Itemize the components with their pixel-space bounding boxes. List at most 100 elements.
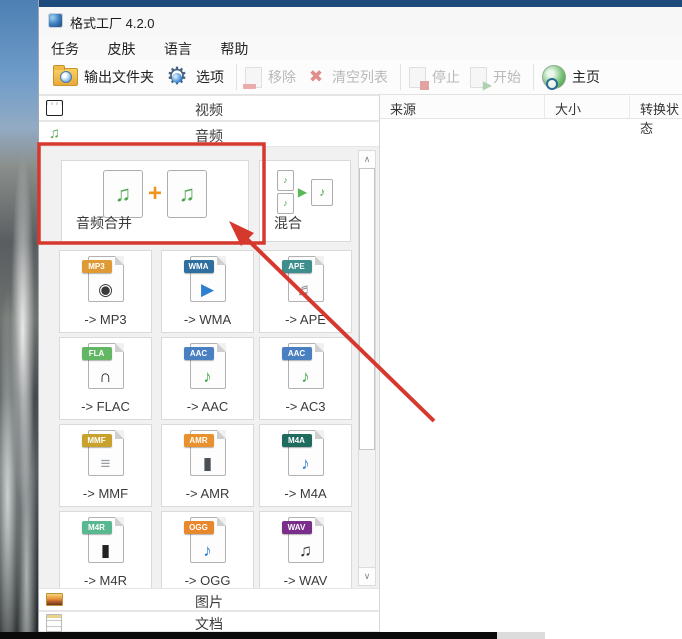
options-label: 选项 bbox=[196, 69, 224, 85]
file-icon: WMA ▶ bbox=[183, 256, 226, 302]
format-factory-window: 格式工厂 4.2.0 任务 皮肤 语言 帮助 输出文件夹 ⚙ 选项 移除 ✖ 清… bbox=[38, 0, 682, 632]
format-badge: AAC bbox=[281, 347, 312, 360]
convert-to-ac3-button[interactable]: AAC ♪ -> AC3 bbox=[259, 337, 352, 420]
converter-label: -> MMF bbox=[82, 486, 129, 501]
file-icon: MMF ≡ bbox=[81, 430, 124, 476]
stop-label: 停止 bbox=[432, 69, 460, 85]
window-title: 格式工厂 4.2.0 bbox=[70, 16, 155, 31]
audio-file-icon: ♪ bbox=[276, 170, 294, 191]
format-badge: MMF bbox=[81, 434, 112, 447]
convert-to-flac-button[interactable]: FLA ∩ -> FLAC bbox=[59, 337, 152, 420]
audio-mix-icon: ♪ ♪ ▶ ♪ bbox=[260, 170, 350, 214]
format-glyph-icon: ♪ bbox=[301, 367, 310, 386]
format-badge: APE bbox=[281, 260, 312, 273]
convert-to-m4r-button[interactable]: M4R ▮ -> M4R bbox=[59, 511, 152, 588]
toolbar-separator bbox=[400, 64, 401, 90]
convert-to-ogg-button[interactable]: OGG ♪ -> OGG bbox=[161, 511, 254, 588]
converter-label: -> FLAC bbox=[81, 399, 130, 414]
format-badge: WMA bbox=[183, 260, 214, 273]
format-glyph-icon: ▶ bbox=[200, 280, 215, 299]
remove-label: 移除 bbox=[268, 69, 296, 85]
toolbar-separator bbox=[236, 64, 237, 90]
menu-skin[interactable]: 皮肤 bbox=[95, 35, 147, 63]
format-glyph-icon: ▮ bbox=[202, 454, 213, 473]
remove-button[interactable]: 移除 bbox=[243, 66, 296, 89]
converter-label: -> M4A bbox=[284, 486, 327, 501]
format-glyph-icon: ♪ bbox=[203, 367, 212, 386]
format-glyph-icon: ◉ bbox=[98, 280, 113, 299]
convert-to-m4a-button[interactable]: M4A ♪ -> M4A bbox=[259, 424, 352, 507]
scrollbar-thumb[interactable] bbox=[359, 168, 375, 450]
output-folder-button[interactable]: 输出文件夹 bbox=[53, 65, 154, 87]
file-icon: AMR ▮ bbox=[183, 430, 226, 476]
column-source[interactable]: 来源 bbox=[380, 95, 545, 118]
home-button[interactable]: 主页 bbox=[542, 65, 600, 90]
menu-task[interactable]: 任务 bbox=[39, 35, 91, 63]
scroll-down-button[interactable]: ∨ bbox=[359, 567, 375, 585]
audio-panel-scrollbar[interactable]: ∧ ∨ bbox=[358, 150, 376, 586]
file-list-header: 来源 大小 转换状态 bbox=[380, 95, 682, 136]
output-folder-label: 输出文件夹 bbox=[84, 69, 154, 85]
sidebar-tab-audio[interactable]: ♫ 音频 bbox=[39, 121, 379, 147]
start-button[interactable]: ▶ 开始 bbox=[470, 66, 521, 92]
sidebar-tab-video[interactable]: 视频 bbox=[39, 95, 379, 121]
format-badge: AMR bbox=[183, 434, 214, 447]
format-glyph-icon: ♫ bbox=[299, 541, 312, 560]
convert-to-aac-button[interactable]: AAC ♪ -> AAC bbox=[161, 337, 254, 420]
audio-file-icon: ♫ bbox=[167, 170, 207, 218]
file-icon: APE ♬ bbox=[281, 256, 324, 302]
converter-label: -> MP3 bbox=[84, 312, 127, 327]
file-icon: MP3 ◉ bbox=[81, 256, 124, 302]
menu-language[interactable]: 语言 bbox=[152, 35, 204, 63]
bottom-edge bbox=[0, 632, 682, 639]
picture-tab-label: 图片 bbox=[195, 594, 223, 610]
format-glyph-icon: ≡ bbox=[100, 454, 111, 473]
converter-label: -> M4R bbox=[84, 573, 127, 588]
format-glyph-icon: ♪ bbox=[203, 541, 212, 560]
convert-to-ape-button[interactable]: APE ♬ -> APE bbox=[259, 250, 352, 333]
menu-help[interactable]: 帮助 bbox=[208, 35, 260, 63]
format-badge: MP3 bbox=[81, 260, 112, 273]
clear-list-icon: ✖ bbox=[308, 67, 324, 86]
converter-label: -> OGG bbox=[184, 573, 231, 588]
stop-icon bbox=[409, 66, 429, 90]
desktop-wallpaper bbox=[0, 0, 38, 639]
folder-icon bbox=[53, 65, 78, 86]
format-glyph-icon: ♪ bbox=[301, 454, 310, 473]
file-icon: WAV ♫ bbox=[281, 517, 324, 563]
format-glyph-icon: ∩ bbox=[99, 367, 112, 386]
convert-to-mp3-button[interactable]: MP3 ◉ -> MP3 bbox=[59, 250, 152, 333]
column-status[interactable]: 转换状态 bbox=[630, 95, 682, 136]
format-glyph-icon: ▮ bbox=[100, 541, 111, 560]
convert-to-wma-button[interactable]: WMA ▶ -> WMA bbox=[161, 250, 254, 333]
format-badge: WAV bbox=[281, 521, 312, 534]
convert-to-amr-button[interactable]: AMR ▮ -> AMR bbox=[161, 424, 254, 507]
scroll-up-button[interactable]: ∧ bbox=[359, 151, 375, 169]
audio-mix-button[interactable]: ♪ ♪ ▶ ♪ 混合 bbox=[259, 160, 351, 242]
audio-mix-label: 混合 bbox=[274, 215, 302, 231]
convert-to-mmf-button[interactable]: MMF ≡ -> MMF bbox=[59, 424, 152, 507]
sidebar-tab-document[interactable]: 文档 bbox=[39, 611, 379, 632]
merge-arrow-icon: ▶ bbox=[297, 185, 308, 199]
audio-merge-button[interactable]: ♫ + ♫ 音频合并 bbox=[61, 160, 249, 242]
taskbar-highlight bbox=[497, 632, 545, 639]
file-icon: FLA ∩ bbox=[81, 343, 124, 389]
home-globe-icon bbox=[542, 65, 566, 90]
sidebar-tab-picture[interactable]: 图片 bbox=[39, 588, 379, 611]
format-badge: AAC bbox=[183, 347, 214, 360]
file-icon: M4A ♪ bbox=[281, 430, 324, 476]
converter-label: -> WMA bbox=[183, 312, 232, 327]
menu-bar: 任务 皮肤 语言 帮助 bbox=[39, 35, 682, 60]
audio-merge-icon: ♫ + ♫ bbox=[62, 170, 248, 218]
clear-list-button[interactable]: ✖ 清空列表 bbox=[306, 67, 388, 87]
options-button[interactable]: ⚙ 选项 bbox=[164, 64, 224, 90]
converter-label: -> AC3 bbox=[285, 399, 326, 414]
convert-to-wav-button[interactable]: WAV ♫ -> WAV bbox=[259, 511, 352, 588]
format-badge: FLA bbox=[81, 347, 112, 360]
format-badge: M4R bbox=[81, 521, 112, 534]
file-icon: M4R ▮ bbox=[81, 517, 124, 563]
converter-label: -> AMR bbox=[185, 486, 230, 501]
column-size[interactable]: 大小 bbox=[545, 95, 630, 118]
screenshot-root: 格式工厂 4.2.0 任务 皮肤 语言 帮助 输出文件夹 ⚙ 选项 移除 ✖ 清… bbox=[0, 0, 682, 639]
stop-button[interactable]: 停止 bbox=[409, 66, 460, 90]
